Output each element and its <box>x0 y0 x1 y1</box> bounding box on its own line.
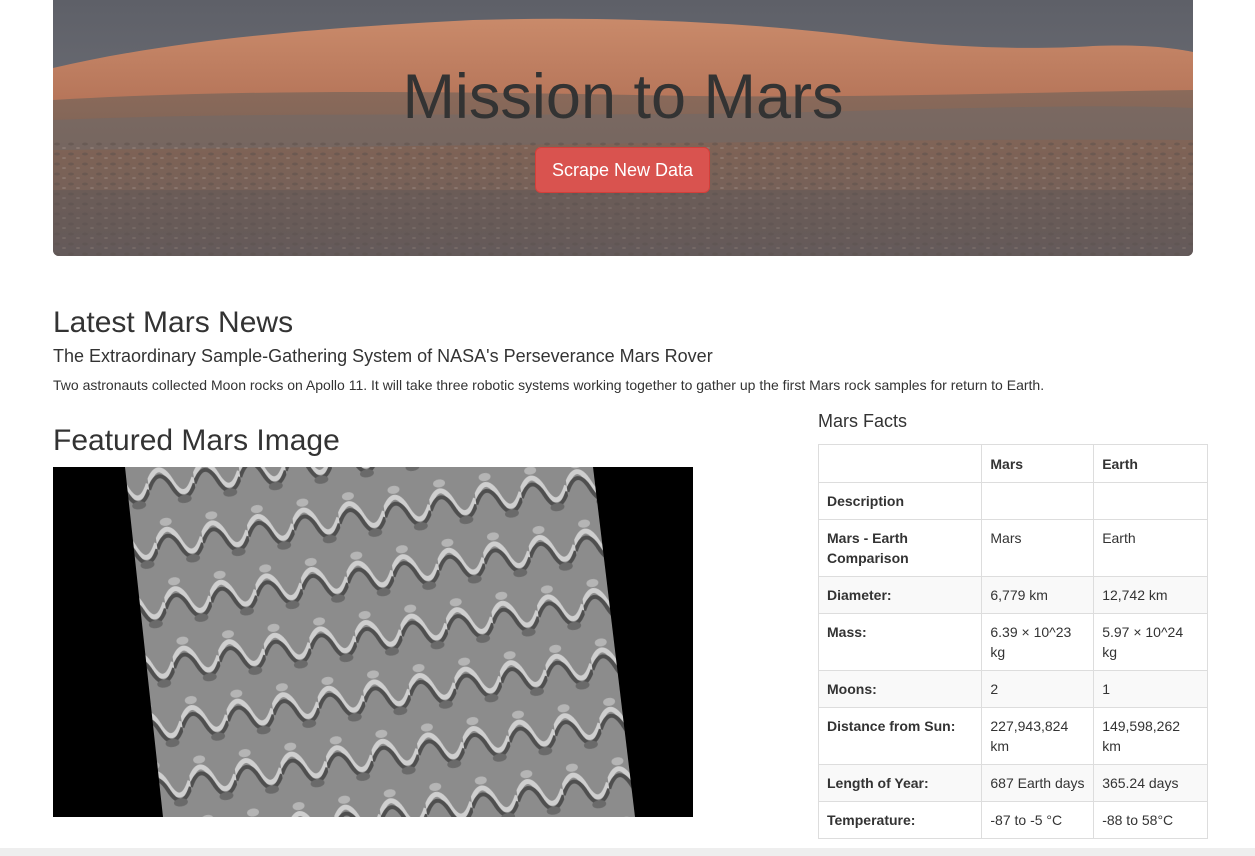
table-row: Moons: 2 1 <box>817 670 1208 708</box>
table-row: Length of Year: 687 Earth days 365.24 da… <box>817 764 1208 802</box>
earth-value <box>1093 482 1208 520</box>
table-row: Diameter: 6,779 km 12,742 km <box>817 576 1208 614</box>
mars-value: 6,779 km <box>981 576 1095 614</box>
featured-image-heading: Featured Mars Image <box>53 424 340 457</box>
earth-value: 149,598,262 km <box>1093 707 1208 765</box>
earth-value: 1 <box>1093 670 1208 708</box>
table-row: Mars - Earth Comparison Mars Earth <box>817 519 1208 577</box>
earth-value: 365.24 days <box>1093 764 1208 802</box>
row-label: Moons: <box>817 670 983 708</box>
row-label: Diameter: <box>817 576 983 614</box>
table-row: Temperature: -87 to -5 °C -88 to 58°C <box>817 801 1208 839</box>
row-label: Distance from Sun: <box>817 707 983 765</box>
mars-value: 687 Earth days <box>981 764 1095 802</box>
mars-value: 6.39 × 10^23 kg <box>981 613 1095 671</box>
page-title: Mission to Mars <box>402 62 844 132</box>
column-header-earth: Earth <box>1093 444 1208 483</box>
mars-facts-table: Mars Earth Description Mars - Earth Comp… <box>817 444 1208 839</box>
row-label: Length of Year: <box>817 764 983 802</box>
dune-field-image <box>125 467 635 817</box>
mars-facts-heading: Mars Facts <box>818 411 908 431</box>
horizontal-scrollbar[interactable] <box>0 848 1255 856</box>
table-row: Mass: 6.39 × 10^23 kg 5.97 × 10^24 kg <box>817 613 1208 671</box>
scrape-new-data-button[interactable]: Scrape New Data <box>535 147 710 193</box>
table-header-row: Mars Earth <box>817 444 1208 483</box>
table-row: Distance from Sun: 227,943,824 km 149,59… <box>817 707 1208 765</box>
jumbotron-banner: Mission to Mars Scrape New Data <box>53 0 1193 256</box>
mars-value: 2 <box>981 670 1095 708</box>
column-header-mars: Mars <box>981 444 1095 483</box>
earth-value: Earth <box>1093 519 1208 577</box>
mars-value: 227,943,824 km <box>981 707 1095 765</box>
mars-value <box>981 482 1095 520</box>
table-row: Description <box>817 482 1208 520</box>
row-label: Temperature: <box>817 801 983 839</box>
news-paragraph: Two astronauts collected Moon rocks on A… <box>53 377 1045 393</box>
row-label: Mars - Earth Comparison <box>817 519 983 577</box>
column-header <box>817 444 983 483</box>
featured-mars-image <box>53 467 693 817</box>
mars-value: -87 to -5 °C <box>981 801 1095 839</box>
earth-value: 5.97 × 10^24 kg <box>1093 613 1208 671</box>
mars-value: Mars <box>981 519 1095 577</box>
latest-news-heading: Latest Mars News <box>53 306 294 339</box>
row-label: Mass: <box>817 613 983 671</box>
earth-value: -88 to 58°C <box>1093 801 1208 839</box>
news-title: The Extraordinary Sample-Gathering Syste… <box>53 346 713 366</box>
row-label: Description <box>817 482 983 520</box>
earth-value: 12,742 km <box>1093 576 1208 614</box>
